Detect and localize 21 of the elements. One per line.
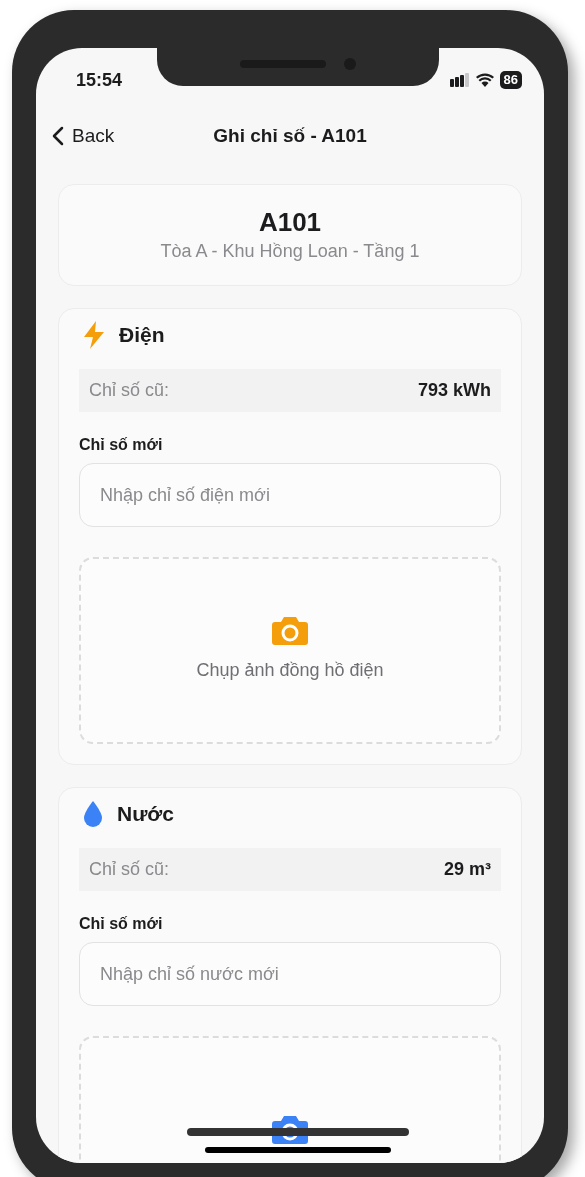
back-button[interactable]: Back [52,121,115,151]
old-reading-value: 29 m³ [443,858,491,881]
wifi-icon [475,73,494,87]
photo-upload-area[interactable]: Chụp ảnh đồng hồ điện [79,557,501,744]
meter-title: Điện [119,322,165,349]
new-reading-field[interactable]: Nhập chỉ số điện mới [79,463,501,527]
meter-title: Nước [117,801,174,828]
room-location: Tòa A - Khu Hồng Loan - Tầng 1 [160,239,420,263]
room-name: A101 [258,205,322,238]
old-reading-label: Chỉ số cũ: [89,379,170,402]
new-reading-label: Chỉ số mới [79,436,163,453]
old-reading-label: Chỉ số cũ: [89,858,170,881]
chevron-left-icon [52,126,64,146]
old-reading-value: 793 kWh [417,379,491,402]
new-reading-field[interactable]: Nhập chỉ số nước mới [79,942,501,1006]
camera-icon [272,617,308,645]
signal-icon [449,73,470,87]
status-time: 15:54 [76,68,123,92]
battery-indicator: 86 [499,71,522,89]
page-title: Ghi chỉ số - A101 [213,123,367,148]
new-reading-label: Chỉ số mới [79,915,163,932]
